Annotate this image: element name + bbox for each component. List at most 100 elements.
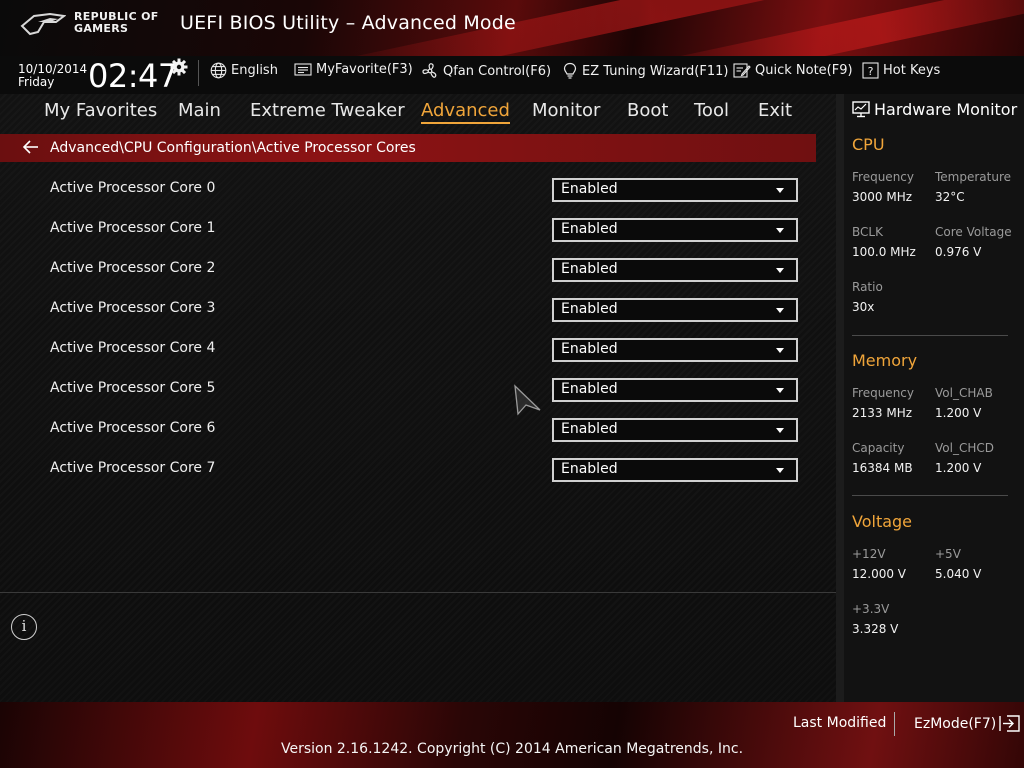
rog-logo: REPUBLIC OF GAMERS (20, 10, 159, 36)
core-0-select[interactable]: Enabled (552, 178, 798, 202)
cpu-temperature-value: 32°C (935, 190, 965, 204)
cpu-frequency-label: Frequency (852, 170, 914, 184)
hardware-monitor-label: Hardware Monitor (874, 100, 1018, 119)
clock[interactable]: 02:47 (88, 57, 178, 95)
select-value: Enabled (561, 181, 618, 197)
section-divider (852, 495, 1008, 496)
ratio-label: Ratio (852, 280, 883, 294)
hardware-monitor-title: Hardware Monitor (852, 100, 1017, 119)
info-icon: i (11, 614, 37, 640)
bclk-label: BCLK (852, 225, 883, 239)
select-value: Enabled (561, 341, 618, 357)
tab-monitor[interactable]: Monitor (532, 100, 600, 121)
core-2-select[interactable]: Enabled (552, 258, 798, 282)
last-modified-button[interactable]: Last Modified (793, 715, 886, 731)
back-arrow-icon[interactable] (22, 139, 40, 159)
dropdown-arrow-icon (776, 268, 784, 273)
core-6-select[interactable]: Enabled (552, 418, 798, 442)
core-7-select[interactable]: Enabled (552, 458, 798, 482)
dropdown-arrow-icon (776, 468, 784, 473)
capacity-label: Capacity (852, 441, 905, 455)
vol-chcd-value: 1.200 V (935, 461, 982, 475)
language-label: English (231, 63, 278, 78)
tab-extreme-tweaker[interactable]: Extreme Tweaker (250, 100, 405, 121)
setting-row[interactable]: Active Processor Core 0 Enabled (0, 176, 816, 216)
core-voltage-label: Core Voltage (935, 225, 1012, 239)
hardware-monitor-panel: Hardware Monitor CPU Frequency Temperatu… (844, 94, 1024, 702)
dropdown-arrow-icon (776, 188, 784, 193)
title-bar: REPUBLIC OF GAMERS UEFI BIOS Utility – A… (0, 0, 1024, 56)
memory-frequency-value: 2133 MHz (852, 406, 913, 420)
svg-text:?: ? (868, 65, 874, 78)
breadcrumb-path: Advanced\CPU Configuration\Active Proces… (50, 140, 416, 156)
memory-section-title: Memory (852, 351, 918, 370)
select-value: Enabled (561, 221, 618, 237)
setting-label: Active Processor Core 2 (50, 260, 216, 276)
tab-main[interactable]: Main (178, 100, 221, 121)
question-icon: ? (862, 62, 879, 79)
hot-keys-button[interactable]: ? Hot Keys (862, 62, 940, 79)
setting-row[interactable]: Active Processor Core 1 Enabled (0, 216, 816, 256)
vol-chab-label: Vol_CHAB (935, 386, 993, 400)
memory-frequency-label: Frequency (852, 386, 914, 400)
setting-label: Active Processor Core 6 (50, 420, 216, 436)
dropdown-arrow-icon (776, 228, 784, 233)
tab-tool[interactable]: Tool (694, 100, 729, 121)
favorite-icon (294, 63, 312, 76)
dropdown-arrow-icon (776, 308, 784, 313)
section-divider (852, 335, 1008, 336)
setting-label: Active Processor Core 0 (50, 180, 216, 196)
tab-my-favorites[interactable]: My Favorites (44, 100, 157, 121)
v12-label: +12V (852, 547, 886, 561)
separator (198, 60, 199, 86)
setting-label: Active Processor Core 3 (50, 300, 216, 316)
setting-row[interactable]: Active Processor Core 2 Enabled (0, 256, 816, 296)
vol-chcd-label: Vol_CHCD (935, 441, 994, 455)
select-value: Enabled (561, 461, 618, 477)
v5-value: 5.040 V (935, 567, 982, 581)
tab-exit[interactable]: Exit (758, 100, 792, 121)
core-1-select[interactable]: Enabled (552, 218, 798, 242)
v33-label: +3.3V (852, 602, 890, 616)
gear-icon[interactable] (170, 58, 188, 80)
cpu-frequency-value: 3000 MHz (852, 190, 913, 204)
language-button[interactable]: English (210, 62, 278, 79)
tab-advanced[interactable]: Advanced (421, 100, 510, 124)
setting-row[interactable]: Active Processor Core 3 Enabled (0, 296, 816, 336)
setting-label: Active Processor Core 1 (50, 220, 216, 236)
setting-row[interactable]: Active Processor Core 4 Enabled (0, 336, 816, 376)
help-divider (0, 592, 836, 593)
footer-separator (894, 712, 895, 736)
qfan-control-button[interactable]: Qfan Control(F6) (421, 62, 551, 80)
tab-boot[interactable]: Boot (627, 100, 668, 121)
fan-icon (422, 63, 437, 78)
capacity-value: 16384 MB (852, 461, 913, 475)
setting-row[interactable]: Active Processor Core 5 Enabled (0, 376, 816, 416)
select-value: Enabled (561, 261, 618, 277)
dropdown-arrow-icon (776, 428, 784, 433)
dropdown-arrow-icon (776, 388, 784, 393)
ez-tuning-wizard-button[interactable]: EZ Tuning Wizard(F11) (562, 62, 728, 80)
myfavorite-button[interactable]: MyFavorite(F3) (294, 62, 413, 77)
setting-row[interactable]: Active Processor Core 7 Enabled (0, 456, 816, 496)
setting-row[interactable]: Active Processor Core 6 Enabled (0, 416, 816, 456)
cpu-section-title: CPU (852, 135, 885, 154)
note-icon (733, 63, 751, 78)
setting-label: Active Processor Core 5 (50, 380, 216, 396)
setting-label: Active Processor Core 7 (50, 460, 216, 476)
select-value: Enabled (561, 301, 618, 317)
globe-icon (210, 62, 227, 79)
breadcrumb: Advanced\CPU Configuration\Active Proces… (0, 134, 816, 162)
quick-note-button[interactable]: Quick Note(F9) (733, 62, 853, 79)
voltage-section-title: Voltage (852, 512, 913, 531)
rog-logo-text: REPUBLIC OF GAMERS (74, 11, 159, 35)
v12-value: 12.000 V (852, 567, 907, 581)
core-4-select[interactable]: Enabled (552, 338, 798, 362)
ezmode-button[interactable]: EzMode(F7) (914, 715, 1021, 732)
info-bar: 10/10/2014 Friday 02:47 English MyFavori… (0, 56, 1024, 95)
core-3-select[interactable]: Enabled (552, 298, 798, 322)
mouse-cursor-icon (512, 384, 542, 420)
core-5-select[interactable]: Enabled (552, 378, 798, 402)
bclk-value: 100.0 MHz (852, 245, 916, 259)
ratio-value: 30x (852, 300, 875, 314)
